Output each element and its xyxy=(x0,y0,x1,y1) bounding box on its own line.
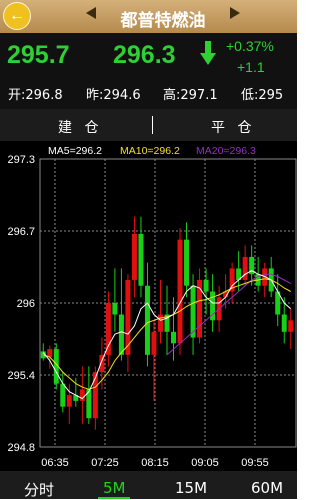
header-bar: ← 都普特燃油 xyxy=(0,0,297,33)
candle-up xyxy=(131,233,137,280)
last-price: 296.3 xyxy=(113,41,176,69)
open-price: 开:296.8 xyxy=(8,88,63,103)
x-tick-label: 08:15 xyxy=(141,457,169,469)
candle-up xyxy=(79,389,85,401)
tab-15m[interactable]: 15M xyxy=(175,479,207,497)
change-percent: +0.37% xyxy=(226,38,274,54)
quote-panel: 295.7 296.3 +0.37% +1.1 开:296.8 昨:294.6 … xyxy=(0,33,297,109)
prev-product-icon[interactable] xyxy=(86,7,96,19)
candle-down xyxy=(281,314,287,332)
candle-up xyxy=(288,320,294,332)
candle-down xyxy=(203,279,209,292)
page-title: 都普特燃油 xyxy=(120,11,206,31)
candle-up xyxy=(157,314,163,332)
x-tick-label: 09:55 xyxy=(241,457,269,469)
y-tick-label: 297.3 xyxy=(7,154,35,166)
current-price: 295.7 xyxy=(7,41,70,69)
y-tick-label: 296.7 xyxy=(7,226,35,238)
change-value: +1.1 xyxy=(237,59,265,75)
candle-down xyxy=(112,303,118,315)
tab-timeshare[interactable]: 分时 xyxy=(24,479,54,500)
tab-60m[interactable]: 60M xyxy=(251,479,283,497)
candle-up xyxy=(66,395,72,407)
low-price: 低:295 xyxy=(241,88,284,103)
close-position-button[interactable]: 平 仓 xyxy=(211,117,255,137)
candle-down xyxy=(60,383,66,407)
x-tick-label: 09:05 xyxy=(191,457,219,469)
legend-label: MA5=296.2 xyxy=(48,145,102,157)
candle-down xyxy=(184,239,190,286)
divider xyxy=(152,116,153,134)
candle-down xyxy=(171,331,177,344)
candle-up xyxy=(151,331,157,355)
y-tick-label: 296 xyxy=(17,298,35,310)
legend-label: MA20=296.3 xyxy=(196,145,256,157)
candle-up xyxy=(105,303,111,355)
next-product-icon[interactable] xyxy=(230,7,240,19)
back-arrow-icon[interactable]: ← xyxy=(3,2,31,30)
down-arrow-icon xyxy=(200,41,216,65)
period-tabs: 分时 5M 15M 60M xyxy=(0,471,297,499)
high-price: 高:297.1 xyxy=(163,88,218,103)
candle-down xyxy=(138,233,144,286)
candle-up xyxy=(177,239,183,344)
y-tick-label: 294.8 xyxy=(7,442,35,454)
open-position-button[interactable]: 建 仓 xyxy=(58,117,102,137)
x-tick-label: 07:25 xyxy=(91,457,119,469)
y-tick-label: 295.4 xyxy=(7,370,35,382)
kline-chart-svg: 297.3 296.7 296 295.4 294.8 06:35 07:25 08:15 09… xyxy=(7,145,297,469)
trade-actions: 建 仓 平 仓 xyxy=(0,109,297,141)
candle-down xyxy=(118,314,124,355)
kline-chart[interactable]: 297.3 296.7 296 295.4 294.8 06:35 07:25 08:15 09… xyxy=(0,141,297,471)
candle-up xyxy=(47,349,53,358)
x-tick-label: 06:35 xyxy=(41,457,69,469)
legend-label: MA10=296.2 xyxy=(120,145,180,157)
candle-up xyxy=(242,256,248,280)
candle-down xyxy=(144,285,150,355)
prev-close-price: 昨:294.6 xyxy=(86,88,141,103)
tab-5m[interactable]: 5M xyxy=(103,479,126,497)
